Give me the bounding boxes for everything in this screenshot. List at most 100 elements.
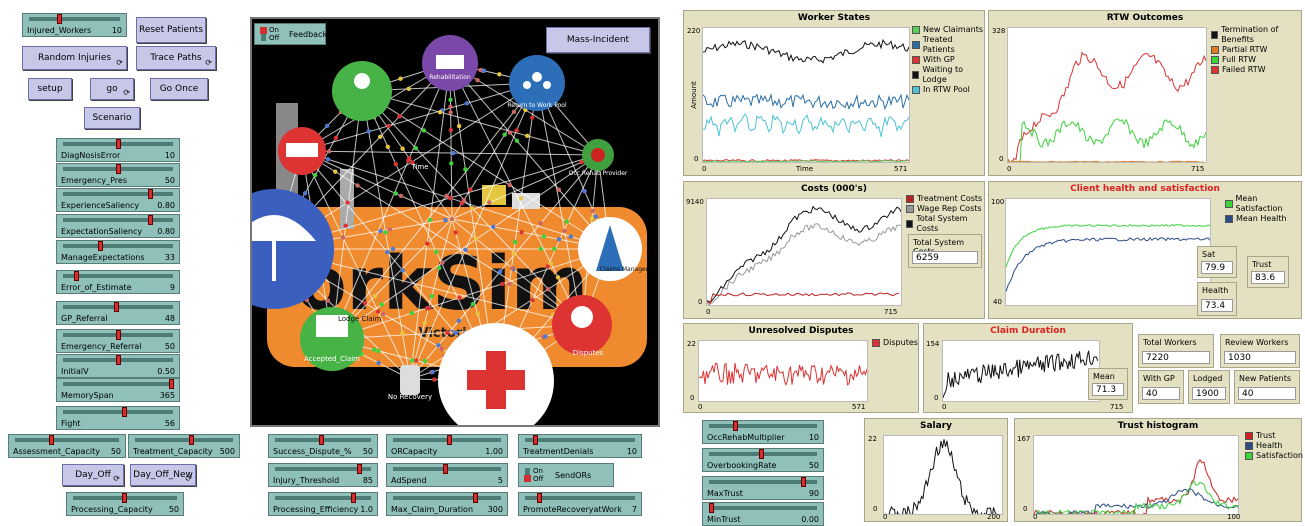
min-trust-slider[interactable]: MinTrust 0.00 (702, 502, 824, 526)
slider-thumb[interactable] (116, 164, 121, 174)
slider-thumb[interactable] (709, 503, 714, 513)
worker-agent (470, 206, 475, 211)
injury-threshold-slider[interactable]: Injury_Threshold 85 (268, 463, 378, 487)
switch-on-label: On (533, 467, 543, 475)
switch-knob[interactable] (260, 27, 267, 34)
slider-initialv[interactable]: InitialV 0.50 (56, 354, 180, 378)
legend-swatch (906, 205, 914, 213)
slider-thumb[interactable] (447, 435, 452, 445)
slider-thumb[interactable] (147, 189, 153, 199)
plot-area (702, 27, 910, 163)
scenario-button[interactable]: Scenario (84, 107, 140, 129)
slider-thumb[interactable] (116, 330, 121, 340)
monitor-label: Health (1202, 286, 1229, 295)
slider-thumb[interactable] (97, 241, 103, 251)
worker-agent (375, 309, 381, 314)
slider-thumb[interactable] (147, 215, 153, 225)
unresolved-disputes-plot: Unresolved Disputes 22 0 0 571 Disputes (683, 323, 919, 413)
treatment-capacity-slider[interactable]: Treatment_Capacity 500 (128, 434, 240, 458)
slider-thumb[interactable] (122, 407, 128, 417)
plot-area (1005, 198, 1211, 306)
reset-patients-button[interactable]: Reset Patients (136, 17, 206, 43)
mass-incident-button[interactable]: Mass-Incident (546, 27, 650, 53)
processing-efficiency-slider[interactable]: Processing_Efficiency 1.0 (268, 492, 378, 516)
switch-knob[interactable] (524, 475, 531, 482)
slider-thumb[interactable] (169, 379, 174, 389)
legend-item: Failed RTW (1211, 65, 1301, 75)
worker-agent (440, 260, 445, 265)
sendors-switch[interactable]: On Off SendORs (518, 463, 614, 487)
trace-paths-button[interactable]: Trace Paths ⟳ (136, 46, 216, 70)
series-failed-rtw (1007, 51, 1207, 164)
slider-name: Error_of_Estimate (61, 283, 132, 292)
slider-emergency-pres[interactable]: Emergency_Pres 50 (56, 163, 180, 187)
slider-emergency-referral[interactable]: Emergency_Referral 50 (56, 329, 180, 353)
slider-thumb[interactable] (473, 493, 478, 503)
slider-thumb[interactable] (443, 464, 448, 474)
slider-track (135, 438, 233, 442)
worker-agent (456, 123, 462, 129)
injured-workers-slider[interactable]: Injured_Workers 10 (22, 13, 127, 37)
slider-thumb[interactable] (533, 435, 538, 445)
slider-thumb[interactable] (537, 493, 542, 503)
slider-name: ManageExpectations (61, 253, 145, 262)
adspend-slider[interactable]: AdSpend 5 (386, 463, 508, 487)
treatment-denials-slider[interactable]: TreatmentDenials 10 (518, 434, 642, 458)
slider-thumb[interactable] (733, 421, 738, 431)
world-view[interactable]: orkSim Victoria Rehabilitation Return to… (250, 17, 660, 427)
slider-thumb[interactable] (116, 139, 121, 149)
day-off-new-button[interactable]: Day_Off_New ⟳ (130, 464, 196, 486)
occ-rehab-multiplier-slider[interactable]: OccRehabMultiplier 10 (702, 420, 824, 444)
worker-agent (590, 208, 595, 214)
occ-rehab-label: Occ Rehab Provider (569, 170, 628, 177)
slider-thumb[interactable] (351, 493, 356, 503)
worker-agent (429, 293, 434, 299)
slider-thumb[interactable] (113, 302, 119, 312)
slider-thumb[interactable] (759, 449, 764, 459)
slider-thumb[interactable] (801, 477, 806, 487)
worker-agent (511, 109, 517, 115)
monitor-value: 79.9 (1201, 261, 1233, 274)
series-full-rtw (1007, 118, 1207, 168)
max-claim-duration-slider[interactable]: Max_Claim_Duration 300 (386, 492, 508, 516)
go-button[interactable]: go ⟳ (90, 78, 134, 100)
slider-error-of-estimate[interactable]: Error_of_Estimate 9 (56, 270, 180, 294)
feedback-switch[interactable]: On Off Feedback (254, 23, 327, 45)
success-dispute-slider[interactable]: Success_Dispute_% 50 (268, 434, 378, 458)
slider-thumb[interactable] (116, 355, 121, 365)
overbooking-rate-slider[interactable]: OverbookingRate 50 (702, 448, 824, 472)
worker-agent (340, 235, 346, 240)
worker-agent (473, 236, 478, 241)
slider-thumb[interactable] (189, 435, 194, 445)
worker-agent (376, 348, 381, 354)
worker-agent (436, 265, 442, 271)
legend-label: Termination of Benefits (1221, 25, 1279, 44)
slider-experiencesaliency[interactable]: ExperienceSaliency 0.80 (56, 188, 180, 212)
slider-gp-referral[interactable]: GP_Referral 48 (56, 301, 180, 325)
setup-button[interactable]: setup (28, 78, 72, 100)
slider-diagnosiserror[interactable]: DiagNosisError 10 (56, 138, 180, 162)
legend-swatch (1211, 31, 1219, 39)
slider-thumb[interactable] (122, 493, 127, 503)
slider-value: 10 (164, 151, 175, 160)
slider-fight[interactable]: Fight 56 (56, 406, 180, 430)
assessment-capacity-slider[interactable]: Assessment_Capacity 50 (8, 434, 126, 458)
slider-thumb[interactable] (357, 464, 362, 474)
y-max: 22 (868, 435, 877, 443)
day-off-button[interactable]: Day_Off ⟳ (62, 464, 124, 486)
slider-thumb[interactable] (57, 14, 62, 24)
mean-monitor: Mean 71.3 (1088, 368, 1128, 400)
slider-thumb[interactable] (49, 435, 54, 445)
max-trust-slider[interactable]: MaxTrust 90 (702, 476, 824, 500)
slider-memoryspan[interactable]: MemorySpan 365 (56, 378, 180, 402)
slider-thumb[interactable] (319, 435, 324, 445)
slider-thumb[interactable] (73, 271, 79, 281)
processing-capacity-slider[interactable]: Processing_Capacity 50 (66, 492, 184, 516)
slider-manageexpectations[interactable]: ManageExpectations 33 (56, 240, 180, 264)
orcapacity-slider[interactable]: ORCapacity 1.00 (386, 434, 508, 458)
go-label: go (106, 84, 118, 94)
slider-expectationsaliency[interactable]: ExpectationSaliency 0.80 (56, 214, 180, 238)
promote-recovery-slider[interactable]: PromoteRecoveryatWork 7 (518, 492, 642, 516)
random-injuries-button[interactable]: Random Injuries ⟳ (22, 46, 127, 70)
go-once-button[interactable]: Go Once (150, 78, 208, 100)
